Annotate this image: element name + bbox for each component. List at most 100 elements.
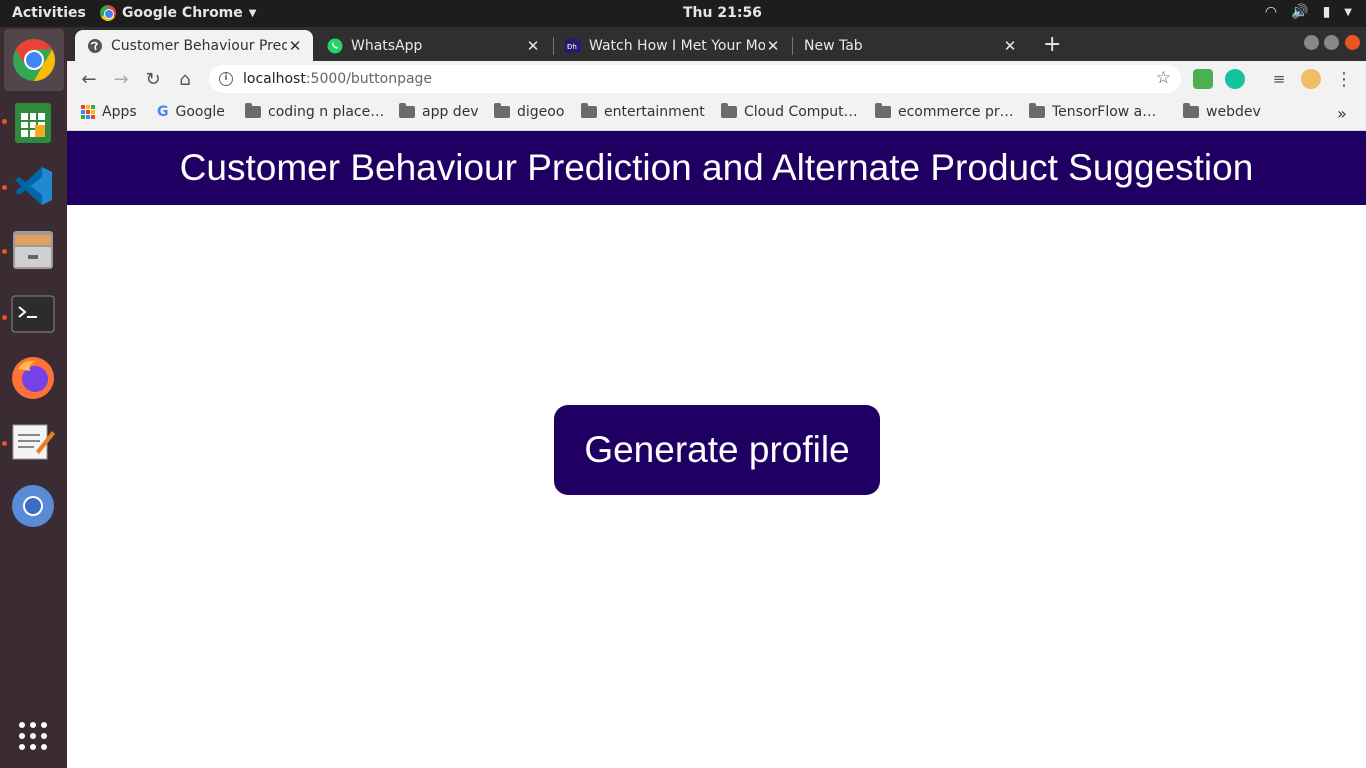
- vscode-icon: [15, 167, 52, 205]
- bookmarks-bar: Apps G Google coding n place… app dev di…: [67, 97, 1366, 131]
- bookmark-folder[interactable]: Cloud Comput…: [721, 103, 858, 120]
- back-button[interactable]: ←: [77, 67, 101, 91]
- browser-window: Customer Behaviour Pred ✕ WhatsApp ✕ Ðh …: [67, 27, 1366, 768]
- dock-text-editor[interactable]: [9, 418, 57, 466]
- bookmark-folder[interactable]: TensorFlow a…: [1029, 103, 1156, 120]
- running-indicator: [2, 119, 7, 124]
- chevron-down-icon: ▼: [248, 7, 257, 19]
- dock-spreadsheet[interactable]: [9, 99, 57, 147]
- home-button[interactable]: ⌂: [173, 67, 197, 91]
- google-icon: G: [157, 104, 169, 120]
- grammarly-icon[interactable]: [1225, 69, 1245, 89]
- bookmark-folder[interactable]: webdev: [1183, 103, 1261, 120]
- close-window-button[interactable]: [1345, 35, 1360, 50]
- generate-profile-button[interactable]: Generate profile: [554, 405, 880, 495]
- folder-icon: [399, 103, 415, 118]
- tab-how-i-met-your-mother[interactable]: Ðh Watch How I Met Your Mo ✕: [553, 30, 791, 61]
- tab-title: New Tab: [804, 37, 863, 54]
- bookmark-folder[interactable]: entertainment: [581, 103, 705, 120]
- running-indicator: [2, 185, 7, 190]
- bookmark-label: Apps: [102, 104, 137, 120]
- bookmark-google[interactable]: G Google: [157, 104, 225, 120]
- avatar[interactable]: [1301, 69, 1321, 89]
- info-icon[interactable]: i: [219, 72, 233, 86]
- tab-title: Watch How I Met Your Mo: [589, 37, 765, 54]
- spreadsheet-icon: [15, 103, 51, 143]
- folder-icon: [875, 103, 891, 118]
- media-control-icon[interactable]: ≡: [1267, 67, 1291, 91]
- tab-whatsapp[interactable]: WhatsApp ✕: [315, 30, 551, 61]
- bookmark-folder[interactable]: app dev: [399, 103, 479, 120]
- file-cabinet-icon: [13, 231, 53, 269]
- close-icon[interactable]: ✕: [765, 37, 781, 55]
- close-icon[interactable]: ✕: [287, 37, 303, 55]
- globe-icon: [88, 38, 102, 53]
- tab-new-tab[interactable]: New Tab ✕: [792, 30, 1028, 61]
- text-editor-icon: [12, 424, 55, 460]
- close-icon[interactable]: ✕: [1002, 37, 1018, 55]
- activities-button[interactable]: Activities: [12, 5, 86, 21]
- bookmark-label: app dev: [422, 104, 479, 120]
- dock-chromium[interactable]: [9, 482, 57, 530]
- app-menu-label: Google Chrome: [122, 5, 243, 21]
- extension-icon[interactable]: [1193, 69, 1213, 89]
- bookmark-label: coding n place…: [268, 104, 385, 120]
- folder-icon: [245, 103, 261, 118]
- bookmark-folder[interactable]: coding n place…: [245, 103, 385, 120]
- firefox-icon: [12, 357, 54, 399]
- chrome-icon: [100, 5, 116, 21]
- folder-icon: [1183, 103, 1199, 118]
- chrome-icon: [13, 38, 56, 82]
- system-top-bar: Activities Google Chrome ▼ Thu 21:56 ◠ 🔊…: [0, 0, 1366, 27]
- dock-terminal[interactable]: [9, 290, 57, 338]
- svg-text:Ðh: Ðh: [567, 43, 577, 51]
- apps-grid-icon: [19, 722, 47, 750]
- menu-kebab-icon[interactable]: ⋮: [1332, 67, 1356, 91]
- dock-firefox[interactable]: [9, 354, 57, 402]
- tab-title: WhatsApp: [351, 37, 423, 54]
- bookmark-folder[interactable]: digeoo: [494, 103, 565, 120]
- wifi-icon: ◠: [1264, 4, 1278, 20]
- bookmark-label: Cloud Comput…: [744, 104, 858, 120]
- app-menu[interactable]: Google Chrome ▼: [100, 5, 256, 21]
- forward-button[interactable]: →: [109, 67, 133, 91]
- bookmark-label: digeoo: [517, 104, 565, 120]
- dh-icon: Ðh: [565, 38, 581, 53]
- chevron-down-icon: ▼: [1344, 7, 1352, 18]
- terminal-icon: [11, 295, 55, 333]
- more-bookmarks-button[interactable]: »: [1337, 104, 1347, 123]
- volume-icon: 🔊: [1291, 4, 1309, 20]
- tab-title: Customer Behaviour Pred: [111, 37, 287, 54]
- running-indicator: [2, 315, 7, 320]
- dock: [0, 27, 67, 768]
- bookmark-label: ecommerce pr…: [898, 104, 1014, 120]
- bookmark-star-icon[interactable]: ☆: [1156, 68, 1171, 88]
- address-bar[interactable]: i localhost:5000/buttonpage ☆: [209, 65, 1181, 93]
- chromium-icon: [12, 485, 54, 527]
- reload-button[interactable]: ↻: [141, 67, 165, 91]
- folder-icon: [721, 103, 737, 118]
- bookmark-label: webdev: [1206, 104, 1261, 120]
- url-path: :5000/buttonpage: [305, 71, 433, 87]
- clock[interactable]: Thu 21:56: [683, 5, 762, 21]
- bookmark-folder[interactable]: ecommerce pr…: [875, 103, 1014, 120]
- system-tray[interactable]: ◠ 🔊 ▮ ▼: [1265, 4, 1352, 20]
- maximize-button[interactable]: [1324, 35, 1339, 50]
- bookmark-apps[interactable]: Apps: [81, 104, 137, 120]
- dock-files[interactable]: [9, 226, 57, 274]
- bookmark-label: entertainment: [604, 104, 705, 120]
- dock-chrome[interactable]: [4, 29, 64, 91]
- minimize-button[interactable]: [1304, 35, 1319, 50]
- apps-grid-icon: [81, 105, 95, 119]
- dock-vscode[interactable]: [9, 162, 57, 210]
- tab-strip: Customer Behaviour Pred ✕ WhatsApp ✕ Ðh …: [67, 27, 1366, 61]
- folder-icon: [494, 103, 510, 118]
- new-tab-button[interactable]: +: [1043, 32, 1061, 57]
- whatsapp-icon: [327, 38, 343, 53]
- battery-icon: ▮: [1322, 4, 1331, 20]
- url-host: localhost: [243, 71, 306, 87]
- show-applications-button[interactable]: [9, 712, 57, 760]
- close-icon[interactable]: ✕: [525, 37, 541, 55]
- folder-icon: [581, 103, 597, 118]
- tab-customer-behaviour[interactable]: Customer Behaviour Pred ✕: [75, 30, 313, 61]
